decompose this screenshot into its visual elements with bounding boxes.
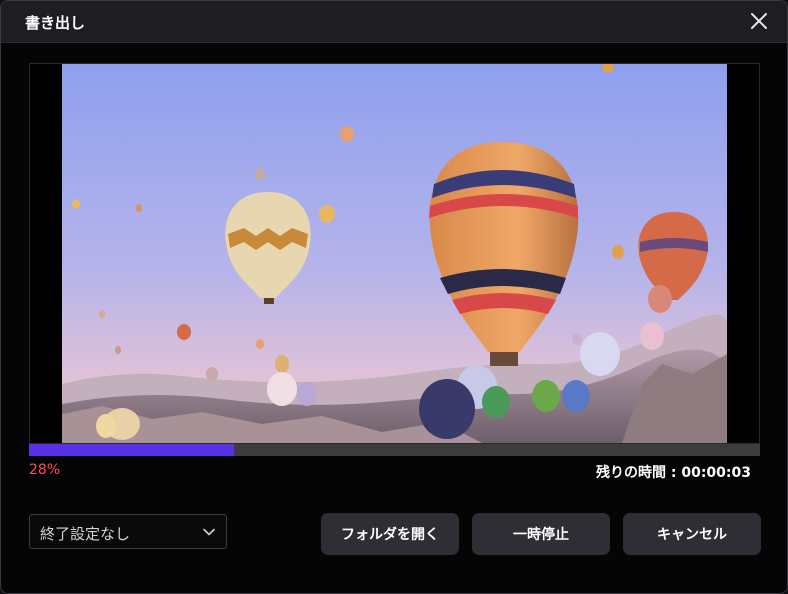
export-progress-bar: [29, 444, 760, 456]
remaining-time: 残りの時間 : 00:00:03: [596, 465, 751, 481]
progress-percent: 28%: [29, 462, 61, 478]
open-folder-button[interactable]: フォルダを開く: [321, 513, 459, 555]
export-dialog: 書き出し 28% 残りの時間: 00:00:03 終了設定なし フォルダを開く…: [0, 0, 788, 594]
video-preview: [29, 63, 760, 444]
after-export-selected: 終了設定なし: [40, 525, 131, 543]
pause-button[interactable]: 一時停止: [472, 513, 610, 555]
close-button[interactable]: [747, 9, 771, 33]
preview-image: [62, 64, 727, 443]
dialog-title: 書き出し: [25, 14, 86, 32]
title-bar: 書き出し: [1, 1, 787, 43]
after-export-select[interactable]: 終了設定なし: [29, 514, 227, 549]
chevron-down-icon: [203, 528, 215, 536]
progress-fill: [29, 444, 234, 456]
cancel-button[interactable]: キャンセル: [623, 513, 761, 555]
close-icon: [751, 13, 767, 29]
